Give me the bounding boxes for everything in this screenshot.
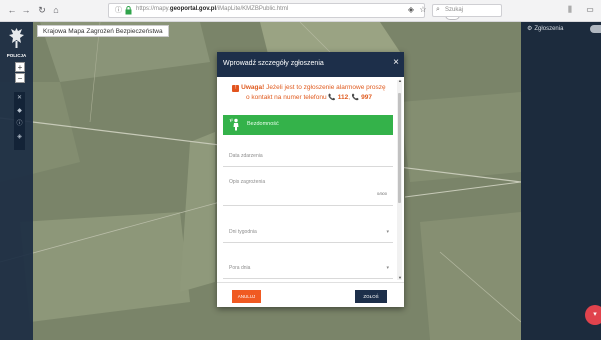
dialog-body: ! Uwaga! Jeżeli jest to zgłoszenie alarm… (217, 77, 404, 282)
back-arrow-icon[interactable]: ← (6, 3, 18, 17)
cancel-button[interactable]: ANULUJ (232, 290, 261, 303)
emergency-warning: ! Uwaga! Jeżeli jest to zgłoszenie alarm… (224, 83, 394, 103)
chevron-down-icon: ▾ (386, 265, 389, 271)
app-title: Krajowa Mapa Zagrożeń Bezpieczeństwa (37, 25, 169, 37)
dialog-header: Wprowadź szczegóły zgłoszenia × (217, 52, 404, 77)
library-icon[interactable]: ⫼ (565, 4, 575, 16)
category-button-label: Bezdomność (247, 121, 279, 127)
scroll-down-icon[interactable]: ▼ (398, 275, 402, 280)
police-logo-text: POLICJA (6, 53, 27, 58)
chevron-down-icon: ▾ (386, 229, 389, 235)
reload-icon[interactable]: ↻ (36, 3, 48, 17)
weekday-select-label: Dni tygodnia (229, 229, 257, 235)
map-tools: ✕ ◆ ⓘ ◈ (14, 92, 25, 150)
search-placeholder: Szukaj (445, 7, 464, 13)
phone-icon: 📞 (328, 95, 336, 101)
warning-line2: o kontakt na numer telefonu (246, 94, 327, 101)
address-bar[interactable]: ⓘ https://mapy.geoportal.gov.pl/iMapLite… (108, 3, 475, 20)
report-dialog: Wprowadź szczegóły zgłoszenia × ! Uwaga!… (217, 52, 404, 307)
info-tool-icon[interactable]: ⓘ (14, 119, 25, 129)
warning-strong: Uwaga! (241, 84, 265, 91)
layers-tool-icon[interactable]: ◈ (14, 132, 25, 142)
pocket-icon[interactable]: ◈ (406, 4, 416, 16)
zoom-out-button[interactable]: − (15, 73, 25, 83)
zoom-in-button[interactable]: + (15, 62, 25, 72)
phone-icon: 📞 (351, 95, 360, 101)
scroll-up-icon[interactable]: ▲ (398, 78, 402, 83)
reports-panel-title: Zgłoszenia (534, 26, 564, 32)
phone-number-997[interactable]: 997 (361, 94, 372, 101)
description-field[interactable]: Opis zagrożenia 0/500 (223, 171, 393, 206)
lock-icon (125, 6, 132, 15)
date-field[interactable]: Data zdarzenia (223, 143, 393, 167)
close-icon[interactable]: × (393, 57, 399, 69)
forward-arrow-icon[interactable]: → (20, 3, 32, 17)
dialog-footer: ANULUJ ZGŁOŚ (217, 282, 404, 307)
dialog-scrollbar-thumb[interactable] (398, 93, 401, 203)
panel-toggle[interactable] (590, 25, 601, 33)
timeofday-select[interactable]: Pora dnia ▾ (223, 249, 393, 279)
pin-tool-icon[interactable]: ◆ (14, 106, 25, 116)
home-icon[interactable]: ⌂ (50, 3, 62, 17)
bookmark-star-icon[interactable]: ☆ (418, 4, 428, 16)
description-field-label: Opis zagrożenia (229, 179, 266, 185)
reports-fab-button[interactable]: ▾ (585, 305, 601, 325)
reports-panel: ⚙ Zgłoszenia (521, 22, 601, 340)
gear-icon: ⚙ (527, 26, 533, 32)
search-input[interactable]: ⌕ Szukaj (432, 4, 502, 17)
phone-number-112[interactable]: 112 (338, 94, 349, 101)
weekday-select[interactable]: Dni tygodnia ▾ (223, 213, 393, 243)
url-text: https://mapy.geoportal.gov.pl/iMapLite/K… (136, 6, 289, 12)
reports-panel-header[interactable]: ⚙ Zgłoszenia (527, 25, 563, 32)
person-icon (229, 118, 239, 131)
warning-line1: Jeżeli jest to zgłoszenie alarmowe prosz… (264, 84, 386, 91)
date-field-label: Data zdarzenia (229, 153, 263, 159)
cross-tool-icon[interactable]: ✕ (14, 93, 25, 103)
category-button[interactable]: Bezdomność (223, 115, 393, 135)
sidebar-icon[interactable]: ▭ (585, 4, 595, 16)
police-eagle-logo (9, 28, 24, 48)
search-icon: ⌕ (436, 6, 440, 13)
dialog-title: Wprowadź szczegóły zgłoszenia (223, 60, 324, 67)
info-icon[interactable]: ⓘ (115, 5, 122, 15)
left-toolbar: POLICJA + − ✕ ◆ ⓘ ◈ (0, 22, 33, 340)
warning-icon: ! (232, 85, 240, 92)
chevron-down-icon: ▾ (593, 311, 597, 318)
timeofday-select-label: Pora dnia (229, 265, 251, 271)
description-counter: 0/500 (376, 191, 387, 196)
browser-toolbar: ← → ↻ ⌂ ⓘ https://mapy.geoportal.gov.pl/… (0, 0, 601, 22)
submit-button[interactable]: ZGŁOŚ (355, 290, 387, 303)
